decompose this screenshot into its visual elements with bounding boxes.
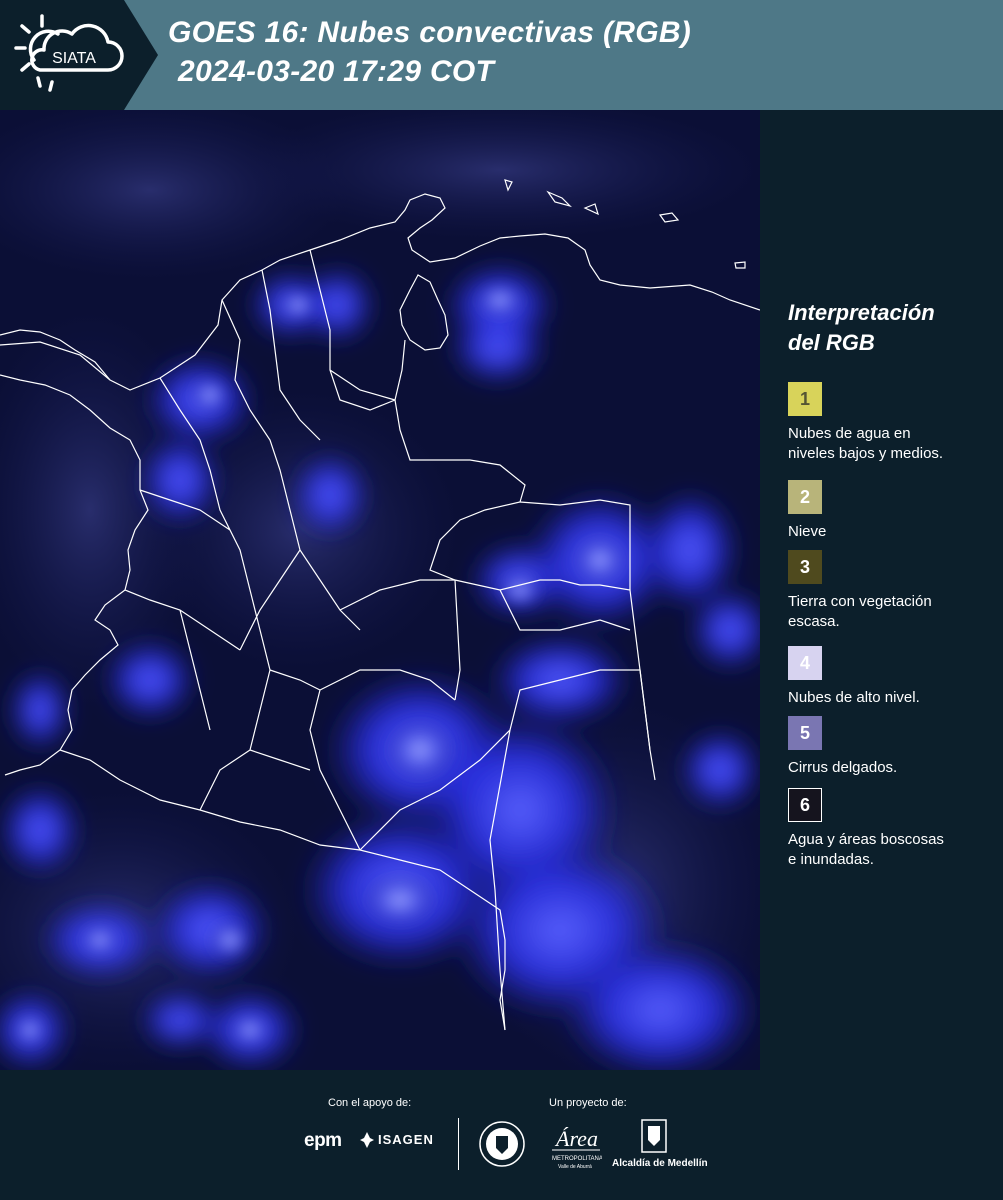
alcaldia-shield-icon	[641, 1119, 667, 1153]
legend-label-line2: e inundadas.	[788, 851, 874, 868]
legend-title-line1: Interpretación	[788, 300, 935, 325]
legend-panel: Interpretación del RGB 1 Nubes de agua en…	[788, 298, 988, 868]
svg-text:Valle de Aburrá: Valle de Aburrá	[558, 1164, 592, 1170]
legend-label-3: Tierra con vegetación escasa.	[788, 592, 988, 632]
legend-swatch-3: 3	[788, 550, 822, 584]
legend-item-5: 5 Cirrus delgados.	[788, 716, 988, 778]
legend-item-1: 1 Nubes de agua en niveles bajos y medios.	[788, 382, 988, 464]
project-label: Un proyecto de:	[549, 1097, 627, 1109]
svg-text:Área: Área	[554, 1126, 598, 1151]
legend-label-5: Cirrus delgados.	[788, 758, 988, 778]
legend-label-line1: Nubes de agua en	[788, 425, 911, 442]
legend-label-line1: Agua y áreas boscosas	[788, 831, 944, 848]
legend-label-line2: escasa.	[788, 613, 840, 630]
legend-title: Interpretación del RGB	[788, 298, 988, 358]
epm-logo: epm	[304, 1130, 342, 1151]
legend-item-6: 6 Agua y áreas boscosas e inundadas.	[788, 788, 988, 870]
legend-item-3: 3 Tierra con vegetación escasa.	[788, 550, 988, 632]
legend-label-line1: Nubes de alto nivel.	[788, 689, 920, 706]
legend-label-line1: Tierra con vegetación	[788, 593, 932, 610]
legend-swatch-1: 1	[788, 382, 822, 416]
legend-swatch-4: 4	[788, 646, 822, 680]
siata-logo-icon: SIATA	[14, 14, 124, 92]
page-timestamp: 2024-03-20 17:29 COT	[178, 55, 495, 88]
satellite-image	[0, 110, 760, 1070]
svg-text:METROPOLITANA: METROPOLITANA	[552, 1156, 602, 1162]
isagen-logo: ISAGEN	[378, 1132, 434, 1147]
siata-logo-text: SIATA	[52, 50, 96, 67]
footer: Con el apoyo de: Un proyecto de: epm ISA…	[0, 1070, 1003, 1200]
medellin-seal-icon	[479, 1121, 525, 1167]
legend-label-1: Nubes de agua en niveles bajos y medios.	[788, 424, 988, 464]
satellite-map	[0, 110, 760, 1070]
legend-label-4: Nubes de alto nivel.	[788, 688, 988, 708]
legend-label-6: Agua y áreas boscosas e inundadas.	[788, 830, 988, 870]
page-title: GOES 16: Nubes convectivas (RGB)	[168, 16, 692, 49]
legend-item-2: 2 Nieve	[788, 480, 988, 542]
header-bar: SIATA GOES 16: Nubes convectivas (RGB) 2…	[0, 0, 1003, 110]
alcaldia-text: Alcaldía de Medellín	[612, 1158, 708, 1169]
siata-logo-block: SIATA	[0, 0, 158, 110]
legend-label-line1: Nieve	[788, 523, 827, 540]
legend-item-4: 4 Nubes de alto nivel.	[788, 646, 988, 708]
legend-swatch-2: 2	[788, 480, 822, 514]
isagen-mark-icon	[360, 1132, 374, 1148]
support-label: Con el apoyo de:	[328, 1097, 412, 1109]
legend-label-line2: niveles bajos y medios.	[788, 445, 944, 462]
legend-label-2: Nieve	[788, 522, 988, 542]
legend-swatch-5: 5	[788, 716, 822, 750]
footer-divider	[458, 1118, 459, 1170]
area-metropolitana-logo: Área METROPOLITANA Valle de Aburrá	[552, 1126, 602, 1170]
legend-title-line2: del RGB	[788, 330, 875, 355]
legend-label-line1: Cirrus delgados.	[788, 759, 898, 776]
legend-swatch-6: 6	[788, 788, 822, 822]
